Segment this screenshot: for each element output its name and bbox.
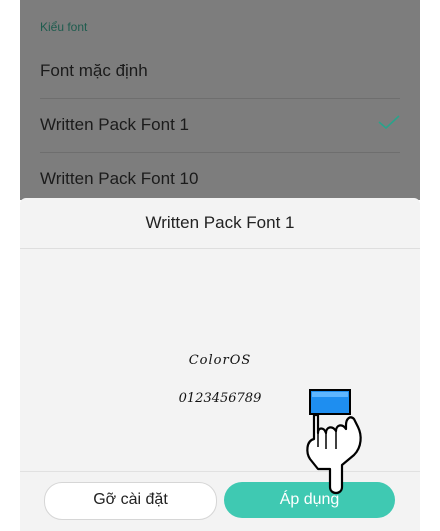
screen-edge-left xyxy=(0,0,20,531)
uninstall-button[interactable]: Gỡ cài đặt xyxy=(44,482,217,520)
divider xyxy=(20,471,420,472)
font-list-dimmed: Kiểu font Font mặc định Written Pack Fon… xyxy=(20,0,420,207)
preview-text-name: ColorOS xyxy=(188,353,252,368)
apply-button[interactable]: Áp dụng xyxy=(224,482,395,518)
font-item-label: Font mặc định xyxy=(40,61,148,80)
checkmark-icon xyxy=(378,115,400,129)
font-item-default[interactable]: Font mặc định xyxy=(40,44,400,99)
screen-edge-right xyxy=(420,0,440,531)
screen: Kiểu font Font mặc định Written Pack Fon… xyxy=(0,0,440,531)
section-header: Kiểu font xyxy=(40,20,88,34)
preview-text-digits: 0123456789 xyxy=(178,391,262,406)
font-item-written-pack-1[interactable]: Written Pack Font 1 xyxy=(40,98,400,153)
font-preview-sheet: Written Pack Font 1 ColorOS 0123456789 G… xyxy=(20,198,420,531)
sheet-title: Written Pack Font 1 xyxy=(20,198,420,249)
font-item-label: Written Pack Font 1 xyxy=(40,115,189,134)
